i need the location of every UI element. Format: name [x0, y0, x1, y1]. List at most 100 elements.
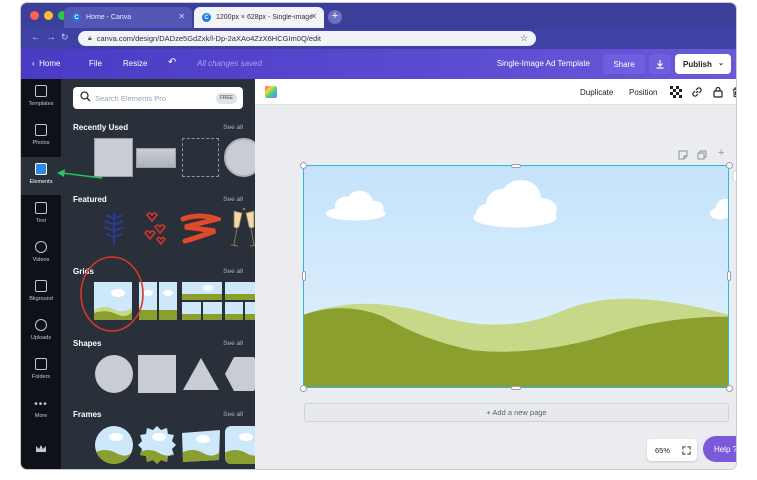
shapes-see-all-link[interactable]: See all: [223, 340, 243, 347]
search-input[interactable]: [95, 91, 205, 105]
close-window-button[interactable]: [30, 11, 39, 20]
url-text: canva.com/design/DADze5GdZxk/l-Dp-2aXAo4…: [96, 34, 321, 43]
back-arrow-icon[interactable]: ←: [31, 32, 41, 43]
rail-item-more[interactable]: ••• More: [21, 391, 61, 429]
forward-arrow-icon[interactable]: →: [46, 32, 56, 43]
fullscreen-expand-icon[interactable]: [682, 446, 691, 455]
red-highlight-circle: [80, 256, 144, 332]
publish-label: Publish: [683, 59, 712, 69]
bookmark-star-icon[interactable]: ☆: [520, 33, 528, 44]
frame-circle[interactable]: [94, 425, 134, 465]
frames-see-all-link[interactable]: See all: [223, 411, 243, 418]
canva-favicon-icon: C: [202, 13, 211, 22]
add-new-page-button[interactable]: + Add a new page: [304, 403, 729, 422]
canva-favicon-icon: C: [72, 13, 81, 22]
download-button[interactable]: [649, 54, 671, 74]
resize-handle-right[interactable]: [727, 271, 731, 281]
file-menu-button[interactable]: File: [89, 59, 102, 68]
chevron-left-icon: ‹: [32, 59, 35, 68]
resize-handle-bottom-left[interactable]: [300, 385, 307, 392]
home-button[interactable]: ‹ Home: [32, 59, 60, 68]
grids-see-all-link[interactable]: See all: [223, 268, 243, 275]
frame-tilted-rectangle[interactable]: [181, 429, 221, 463]
share-button[interactable]: Share: [603, 54, 645, 74]
tab-label: Home - Canva: [86, 14, 132, 21]
page-notes-icon[interactable]: [678, 150, 688, 160]
tab-home-canva[interactable]: C Home - Canva ✕: [64, 7, 192, 28]
search-box[interactable]: FREE: [73, 87, 243, 109]
link-icon[interactable]: [691, 86, 703, 98]
duplicate-button[interactable]: Duplicate: [580, 88, 613, 97]
resize-handle-bottom-right[interactable]: [726, 385, 733, 392]
rail-item-videos[interactable]: Videos: [21, 235, 61, 273]
recently-used-see-all-link[interactable]: See all: [223, 124, 243, 131]
help-button[interactable]: Help ?: [703, 436, 736, 462]
rail-label: Folders: [31, 374, 51, 380]
resize-handle-bottom[interactable]: [511, 386, 521, 390]
frame-scalloped[interactable]: [137, 425, 177, 465]
chevron-down-icon: ⌄: [718, 60, 724, 67]
rail-item-background[interactable]: Bkground: [21, 274, 61, 312]
tab-single-image-ad[interactable]: C 1200px × 628px - Single-image ✕: [194, 7, 324, 28]
shape-square[interactable]: [137, 354, 177, 394]
reload-icon[interactable]: ↻: [61, 32, 69, 43]
resize-handle-top-left[interactable]: [300, 162, 307, 169]
rail-item-uploads[interactable]: Uploads: [21, 313, 61, 351]
rail-label: Bkground: [29, 296, 53, 302]
rail-label: Photos: [32, 140, 50, 146]
publish-button[interactable]: Publish ⌄: [675, 54, 731, 74]
home-label: Home: [39, 59, 61, 68]
browser-window: C Home - Canva ✕ C 1200px × 628px - Sing…: [21, 3, 736, 469]
videos-icon: [35, 241, 47, 253]
templates-icon: [35, 85, 47, 97]
new-tab-button[interactable]: +: [328, 10, 342, 24]
minimize-window-button[interactable]: [44, 11, 53, 20]
crown-icon[interactable]: [35, 444, 47, 454]
uploads-icon: [35, 319, 47, 331]
close-tab-icon[interactable]: ✕: [310, 12, 317, 21]
text-icon: [35, 202, 47, 214]
resize-handle-top[interactable]: [511, 164, 521, 168]
color-picker-button[interactable]: [265, 86, 277, 98]
rail-item-folders[interactable]: Folders: [21, 352, 61, 390]
trash-icon[interactable]: [731, 86, 736, 98]
rail-label: Uploads: [30, 335, 52, 341]
canvas-workspace: Duplicate Position + + Add a new page 65…: [255, 79, 736, 469]
resize-button[interactable]: Resize: [123, 59, 147, 68]
featured-hearts-graphic[interactable]: [141, 209, 171, 249]
rail-item-text[interactable]: Text: [21, 196, 61, 234]
resize-handle-top-right[interactable]: [726, 162, 733, 169]
featured-brush-stroke-graphic[interactable]: [179, 213, 221, 245]
editor-header: ‹ Home File Resize ↶ All changes saved S…: [21, 49, 736, 79]
position-button[interactable]: Position: [629, 88, 657, 97]
design-title[interactable]: Single-Image Ad Template: [497, 59, 590, 68]
undo-icon[interactable]: ↶: [168, 57, 176, 68]
lock-icon[interactable]: [712, 86, 724, 98]
recently-used-title: Recently Used: [73, 123, 129, 132]
resize-handle-left[interactable]: [302, 271, 306, 281]
featured-leaf-graphic[interactable]: [101, 211, 127, 247]
rail-item-templates[interactable]: Templates: [21, 79, 61, 117]
featured-see-all-link[interactable]: See all: [223, 196, 243, 203]
grid-four-panel[interactable]: [182, 282, 222, 320]
rotate-handle[interactable]: [732, 168, 736, 184]
zoom-control[interactable]: 65%: [647, 439, 697, 461]
rail-item-photos[interactable]: Photos: [21, 118, 61, 156]
add-page-plus-icon[interactable]: +: [718, 147, 724, 159]
tab-strip: C Home - Canva ✕ C 1200px × 628px - Sing…: [21, 3, 736, 28]
lock-icon: 🔒︎: [88, 34, 92, 42]
background-icon: [35, 280, 47, 292]
transparency-icon[interactable]: [670, 86, 682, 98]
folders-icon: [35, 358, 47, 370]
editor-toolbar: Duplicate Position: [255, 79, 736, 105]
recent-rectangle-shape[interactable]: [136, 148, 176, 168]
recent-frame-shape[interactable]: [182, 138, 219, 177]
search-icon: [80, 91, 91, 102]
duplicate-page-icon[interactable]: [697, 150, 707, 160]
url-field[interactable]: 🔒︎ canva.com/design/DADze5GdZxk/l-Dp-2aX…: [78, 31, 536, 46]
design-page-canvas[interactable]: [303, 165, 729, 388]
photos-icon: [35, 124, 47, 136]
shape-triangle[interactable]: [181, 354, 221, 394]
close-tab-icon[interactable]: ✕: [178, 12, 185, 21]
shape-circle[interactable]: [94, 354, 134, 394]
